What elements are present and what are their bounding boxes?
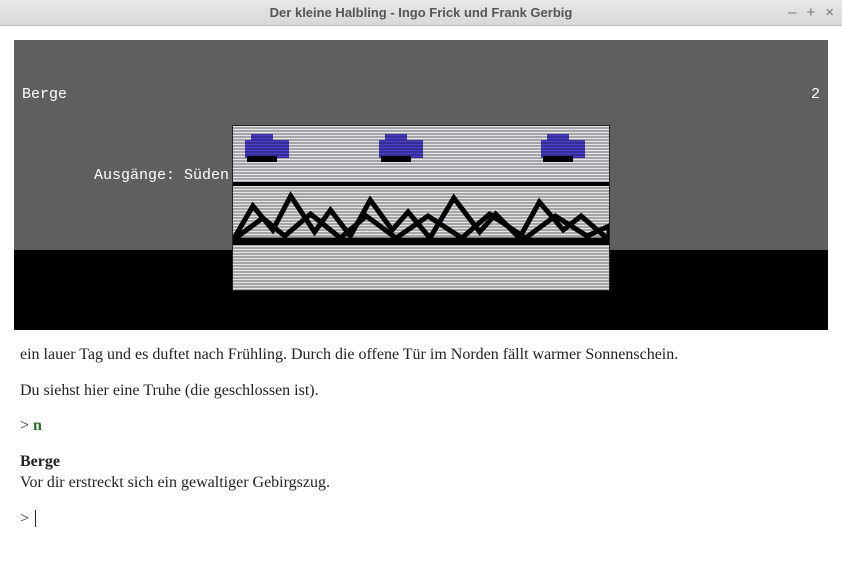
foreground	[233, 245, 609, 290]
scene-image	[232, 125, 610, 291]
exits-label: Ausgänge:	[94, 167, 175, 184]
previous-command: n	[33, 417, 42, 434]
minimize-icon[interactable]: –	[788, 5, 796, 20]
cloud-icon	[541, 140, 585, 158]
text-cursor-icon	[35, 510, 36, 527]
room-description: Vor dir erstreckt sich ein gewaltiger Ge…	[20, 474, 330, 491]
command-input-row[interactable]: >	[20, 508, 822, 530]
mountains-icon	[233, 186, 609, 240]
window-titlebar: Der kleine Halbling - Ingo Frick und Fra…	[0, 0, 842, 26]
maximize-icon[interactable]: +	[806, 5, 815, 20]
transcript-pane: ein lauer Tag und es duftet nach Frühlin…	[14, 330, 828, 536]
app-body: Berge 2 Ausgänge: Süden OSTEN WESTEN OBE…	[0, 26, 842, 567]
narrative-text: Du siehst hier eine Truhe (die geschloss…	[20, 380, 822, 402]
window-controls: – + ×	[788, 5, 834, 20]
status-score: 2	[811, 85, 820, 105]
narrative-text: ein lauer Tag und es duftet nach Frühlin…	[20, 344, 822, 366]
previous-command-line: > n	[20, 415, 822, 437]
room-block: Berge Vor dir erstreckt sich ein gewalti…	[20, 451, 822, 494]
prompt-symbol: >	[20, 508, 29, 530]
graphics-pane: Berge 2 Ausgänge: Süden OSTEN WESTEN OBE…	[14, 40, 828, 330]
status-location: Berge	[22, 85, 67, 105]
cloud-icon	[245, 140, 289, 158]
prompt-symbol: >	[20, 417, 29, 434]
close-icon[interactable]: ×	[825, 5, 834, 20]
command-input[interactable]	[40, 510, 822, 528]
room-name: Berge	[20, 453, 60, 470]
window-title: Der kleine Halbling - Ingo Frick und Fra…	[270, 5, 573, 20]
cloud-icon	[379, 140, 423, 158]
